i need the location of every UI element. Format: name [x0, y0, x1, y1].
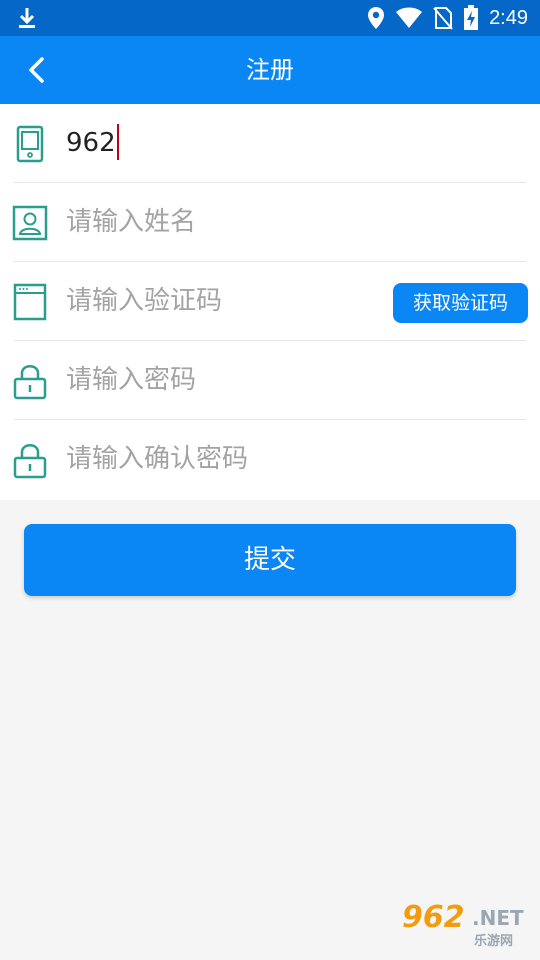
password-input[interactable]: 请输入密码: [66, 359, 386, 401]
app-bar: 注册: [0, 36, 540, 104]
location-icon: [368, 7, 385, 29]
lock-icon: [13, 444, 47, 479]
page-title: 注册: [246, 56, 294, 84]
code-input[interactable]: 请输入验证码: [66, 280, 386, 322]
code-row: 请输入验证码 获取验证码: [0, 262, 540, 341]
watermark-suffix: .NET: [472, 906, 524, 930]
watermark-logo: 962 .NET 乐游网: [402, 900, 534, 954]
get-code-button[interactable]: 获取验证码: [393, 283, 528, 323]
window-icon: [13, 283, 47, 321]
confirm-password-input[interactable]: 请输入确认密码: [66, 438, 386, 480]
phone-row: 962: [0, 104, 540, 183]
battery-charging-icon: [464, 5, 479, 30]
name-row: 请输入姓名: [0, 183, 540, 262]
download-icon: [19, 8, 35, 28]
lock-icon: [13, 365, 47, 400]
name-input[interactable]: 请输入姓名: [66, 201, 386, 243]
user-icon: [12, 205, 48, 241]
status-bar: 2:49: [0, 0, 540, 36]
watermark-text: 乐游网: [474, 934, 514, 949]
confirm-password-row: 请输入确认密码: [0, 420, 540, 499]
watermark-number: 962: [402, 900, 465, 935]
text-cursor: [116, 123, 119, 160]
phone-icon: [16, 125, 44, 163]
back-button[interactable]: [20, 52, 56, 88]
submit-button[interactable]: 提交: [24, 524, 516, 596]
phone-input[interactable]: 962: [66, 122, 386, 164]
no-sim-icon: [433, 7, 453, 30]
password-row: 请输入密码: [0, 341, 540, 420]
register-form: 962 请输入姓名 请输入验证码 获取验证码 请输入密码 请输入确认密码: [0, 104, 540, 500]
wifi-icon: [396, 7, 423, 28]
chevron-left-icon: [29, 57, 44, 83]
phone-input-value: 962: [66, 128, 116, 158]
status-time: 2:49: [489, 7, 528, 29]
